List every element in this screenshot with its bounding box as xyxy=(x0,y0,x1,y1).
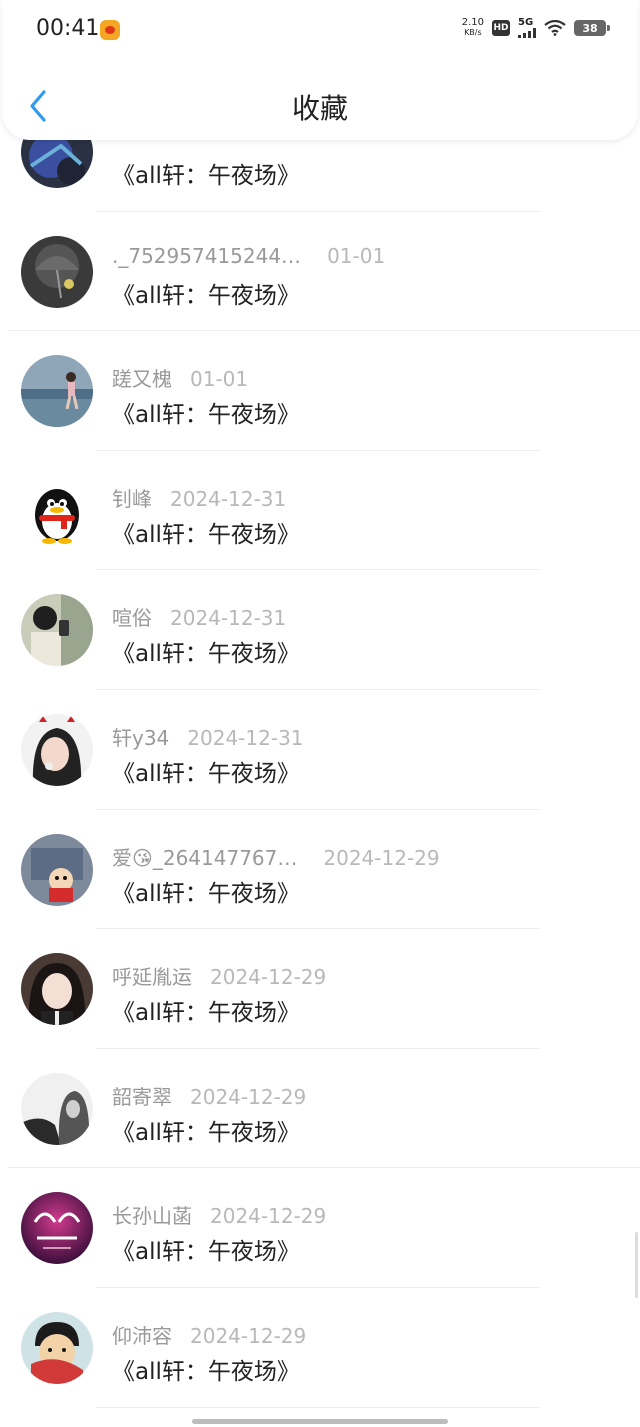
list-item[interactable]: ._752957415244… 01-01 《all轩：午夜场》 xyxy=(0,212,640,332)
item-title[interactable]: 《all轩：午夜场》 xyxy=(112,395,300,429)
item-title[interactable]: 《all轩：午夜场》 xyxy=(112,276,300,310)
item-title[interactable]: 《all轩：午夜场》 xyxy=(112,1352,300,1386)
app-header: 00:41 2.10 KB/s HD 5G 38 收藏 xyxy=(2,0,638,140)
user-name[interactable]: ._752957415244… xyxy=(112,244,301,268)
item-meta: 长孙山菡 2024-12-29 xyxy=(112,1200,326,1229)
signal-icon: 5G xyxy=(518,18,536,38)
avatar[interactable] xyxy=(21,355,93,428)
divider xyxy=(96,1406,540,1408)
user-name[interactable]: 长孙山菡 xyxy=(112,1204,192,1228)
user-name[interactable]: 呼延胤运 xyxy=(112,965,192,989)
item-date: 2024-12-29 xyxy=(323,845,440,870)
user-name[interactable]: 爱😘_264147767… xyxy=(112,846,297,870)
avatar[interactable] xyxy=(21,474,93,547)
avatar[interactable] xyxy=(21,713,93,786)
avatar[interactable] xyxy=(21,1192,93,1265)
list-item[interactable]: 蹉又槐 01-01 《all轩：午夜场》 xyxy=(0,331,640,451)
item-title[interactable]: 《all轩：午夜场》 xyxy=(112,1232,300,1266)
item-title[interactable]: 《all轩：午夜场》 xyxy=(112,874,300,908)
item-meta: 钊峰 2024-12-31 xyxy=(112,483,286,512)
item-date: 2024-12-29 xyxy=(190,1323,307,1348)
user-name[interactable]: 喧俗 xyxy=(112,606,152,630)
status-icons: 2.10 KB/s HD 5G 38 xyxy=(462,18,610,38)
item-date: 01-01 xyxy=(327,243,386,268)
avatar[interactable] xyxy=(21,833,93,906)
net-speed-value: 2.10 xyxy=(461,17,484,28)
item-meta: 蹉又槐 01-01 xyxy=(112,363,248,392)
item-meta: 爱😘_264147767… 2024-12-29 xyxy=(112,842,440,871)
user-name[interactable]: 钊峰 xyxy=(112,487,152,511)
battery-icon: 38 xyxy=(574,20,610,36)
list-item[interactable]: 韶寄翠 2024-12-29 《all轩：午夜场》 xyxy=(0,1049,640,1169)
avatar[interactable] xyxy=(21,1311,93,1384)
list-item[interactable]: 长孙山菡 2024-12-29 《all轩：午夜场》 xyxy=(0,1168,640,1288)
user-name[interactable]: 蹉又槐 xyxy=(112,367,172,391)
item-meta: 轩y34 2024-12-31 xyxy=(112,722,304,751)
item-meta: 呼延胤运 2024-12-29 xyxy=(112,961,326,990)
network-label: 5G xyxy=(518,17,534,28)
item-title[interactable]: 《all轩：午夜场》 xyxy=(112,515,300,549)
favorites-list[interactable]: 《all轩：午夜场》 ._752957415244… 01-01 《all轩：午夜… xyxy=(0,92,640,1408)
item-meta: 喧俗 2024-12-31 xyxy=(112,602,286,631)
item-date: 2024-12-29 xyxy=(210,965,327,990)
battery-level: 38 xyxy=(582,21,598,35)
home-indicator[interactable] xyxy=(192,1419,448,1424)
item-date: 2024-12-31 xyxy=(187,725,304,750)
favorites-page: 《all轩：午夜场》 ._752957415244… 01-01 《all轩：午夜… xyxy=(0,0,640,1427)
list-item[interactable]: 钊峰 2024-12-31 《all轩：午夜场》 xyxy=(0,451,640,571)
list-item[interactable]: 喧俗 2024-12-31 《all轩：午夜场》 xyxy=(0,570,640,690)
item-meta: 韶寄翠 2024-12-29 xyxy=(112,1081,306,1110)
list-item[interactable]: 爱😘_264147767… 2024-12-29 《all轩：午夜场》 xyxy=(0,810,640,930)
status-time: 00:41 xyxy=(36,16,100,41)
item-title[interactable]: 《all轩：午夜场》 xyxy=(112,993,300,1027)
item-date: 2024-12-29 xyxy=(210,1204,327,1229)
hd-icon: HD xyxy=(492,20,510,36)
user-name[interactable]: 韶寄翠 xyxy=(112,1085,172,1109)
item-title[interactable]: 《all轩：午夜场》 xyxy=(112,1113,300,1147)
net-speed: 2.10 KB/s xyxy=(462,18,484,38)
user-name[interactable]: 轩y34 xyxy=(112,726,169,750)
list-item[interactable]: 轩y34 2024-12-31 《all轩：午夜场》 xyxy=(0,690,640,810)
wifi-icon xyxy=(544,20,566,36)
item-date: 2024-12-31 xyxy=(170,606,287,631)
user-name[interactable]: 仰沛容 xyxy=(112,1324,172,1348)
scrollbar[interactable] xyxy=(635,1232,638,1298)
avatar[interactable] xyxy=(21,953,93,1026)
item-meta: 仰沛容 2024-12-29 xyxy=(112,1320,306,1349)
avatar[interactable] xyxy=(21,1072,93,1145)
list-item[interactable]: 仰沛容 2024-12-29 《all轩：午夜场》 xyxy=(0,1288,640,1408)
item-date: 2024-12-31 xyxy=(170,486,287,511)
item-title[interactable]: 《all轩：午夜场》 xyxy=(112,754,300,788)
item-title[interactable]: 《all轩：午夜场》 xyxy=(112,156,300,190)
weibo-icon xyxy=(100,20,120,40)
avatar[interactable] xyxy=(21,235,93,308)
avatar[interactable] xyxy=(21,594,93,667)
item-date: 2024-12-29 xyxy=(190,1084,307,1109)
net-speed-unit: KB/s xyxy=(464,28,482,37)
item-title[interactable]: 《all轩：午夜场》 xyxy=(112,634,300,668)
page-title: 收藏 xyxy=(291,92,348,125)
item-meta: ._752957415244… 01-01 xyxy=(112,244,385,268)
item-date: 01-01 xyxy=(190,367,249,392)
list-item[interactable]: 呼延胤运 2024-12-29 《all轩：午夜场》 xyxy=(0,929,640,1049)
